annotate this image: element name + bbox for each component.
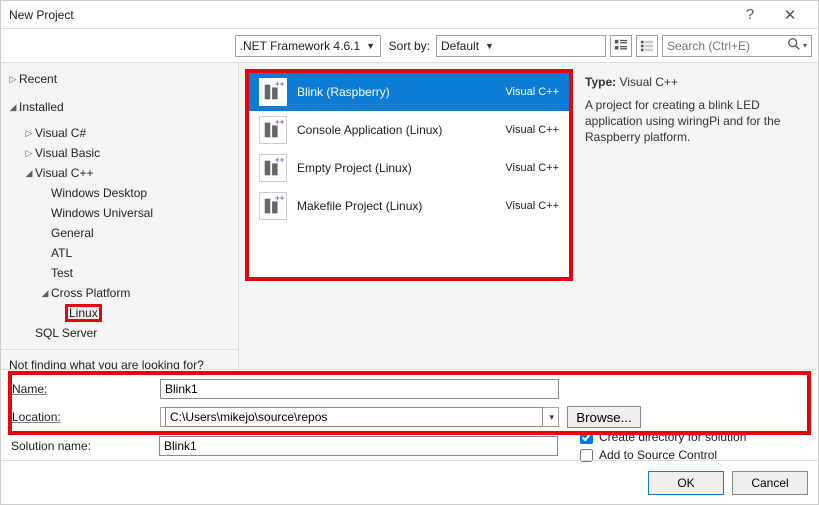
- cancel-button[interactable]: Cancel: [732, 471, 808, 495]
- sort-by-value: Default: [441, 39, 479, 53]
- search-icon: [787, 37, 801, 54]
- browse-button[interactable]: Browse...: [567, 406, 641, 428]
- tree-recent[interactable]: ▷Recent: [1, 69, 238, 89]
- tree-general[interactable]: General: [1, 223, 238, 243]
- template-icon: ++: [259, 116, 287, 144]
- ok-button[interactable]: OK: [648, 471, 724, 495]
- sort-by-label: Sort by:: [389, 39, 430, 53]
- tree-visual-cpp[interactable]: ◢Visual C++: [1, 163, 238, 183]
- chevron-down-icon: ▾: [549, 412, 554, 423]
- template-lang: Visual C++: [505, 200, 559, 212]
- template-icon: ++: [259, 78, 287, 106]
- tree-linux[interactable]: Linux: [1, 303, 238, 323]
- framework-dropdown[interactable]: .NET Framework 4.6.1 ▼: [235, 35, 381, 57]
- tree-visual-basic[interactable]: ▷Visual Basic: [1, 143, 238, 163]
- center-panel: ++ Blink (Raspberry) Visual C++ ++ Conso…: [239, 63, 818, 369]
- svg-text:++: ++: [275, 81, 284, 89]
- tree-cross-platform[interactable]: ◢Cross Platform: [1, 283, 238, 303]
- chevron-down-icon: ◢: [39, 288, 51, 299]
- solution-name-input[interactable]: [159, 436, 558, 456]
- sort-by-dropdown[interactable]: Default ▼: [436, 35, 606, 57]
- form-area: Name: Location: ▾ Browse... Solution nam…: [1, 369, 818, 460]
- search-input[interactable]: [667, 39, 785, 53]
- location-dropdown[interactable]: ▾: [160, 407, 559, 427]
- chevron-down-icon: ◢: [23, 168, 35, 179]
- location-label: Location:: [12, 410, 152, 424]
- template-lang: Visual C++: [505, 86, 559, 98]
- chevron-right-icon: ▷: [23, 148, 35, 159]
- chevron-right-icon: ▷: [23, 128, 35, 139]
- name-input[interactable]: [160, 379, 559, 399]
- title-bar: New Project ? ✕: [1, 1, 818, 29]
- tree-atl[interactable]: ATL: [1, 243, 238, 263]
- not-finding-label: Not finding what you are looking for?: [9, 358, 230, 369]
- chevron-down-icon: ▼: [366, 41, 375, 51]
- category-tree: ▷Recent ◢Installed ▷Visual C# ▷Visual Ba…: [1, 63, 239, 369]
- window-title: New Project: [9, 8, 74, 22]
- svg-text:++: ++: [275, 195, 284, 203]
- template-lang: Visual C++: [505, 162, 559, 174]
- template-list: ++ Blink (Raspberry) Visual C++ ++ Conso…: [245, 69, 573, 281]
- template-console[interactable]: ++ Console Application (Linux) Visual C+…: [249, 111, 569, 149]
- help-area: Not finding what you are looking for? Op…: [1, 349, 238, 369]
- chevron-down-icon: ▾: [803, 41, 807, 50]
- svg-text:++: ++: [275, 119, 284, 127]
- view-list-button[interactable]: [636, 35, 658, 57]
- detail-type-label: Type:: [585, 75, 616, 89]
- template-name: Empty Project (Linux): [297, 161, 495, 175]
- chevron-down-icon: ▼: [485, 41, 494, 51]
- template-lang: Visual C++: [505, 124, 559, 136]
- detail-type-value: Visual C++: [619, 75, 677, 89]
- help-icon[interactable]: ?: [730, 6, 770, 23]
- main-area: ▷Recent ◢Installed ▷Visual C# ▷Visual Ba…: [1, 63, 818, 369]
- template-name: Blink (Raspberry): [297, 85, 495, 99]
- tree-windows-desktop[interactable]: Windows Desktop: [1, 183, 238, 203]
- framework-value: .NET Framework 4.6.1: [240, 39, 360, 53]
- template-name: Makefile Project (Linux): [297, 199, 495, 213]
- template-blink[interactable]: ++ Blink (Raspberry) Visual C++: [249, 73, 569, 111]
- toolbar: .NET Framework 4.6.1 ▼ Sort by: Default …: [1, 29, 818, 63]
- tree-windows-universal[interactable]: Windows Universal: [1, 203, 238, 223]
- name-label: Name:: [12, 382, 152, 396]
- location-input[interactable]: [165, 407, 543, 427]
- template-detail: Type: Visual C++ A project for creating …: [579, 63, 818, 369]
- create-dir-checkbox[interactable]: Create directory for solution: [580, 430, 746, 444]
- dialog-footer: OK Cancel: [1, 460, 818, 504]
- template-empty[interactable]: ++ Empty Project (Linux) Visual C++: [249, 149, 569, 187]
- close-icon[interactable]: ✕: [770, 6, 810, 24]
- chevron-down-icon: ◢: [7, 102, 19, 113]
- search-box[interactable]: ▾: [662, 35, 812, 57]
- template-icon: ++: [259, 154, 287, 182]
- svg-text:++: ++: [275, 157, 284, 165]
- tree-installed[interactable]: ◢Installed: [1, 97, 238, 117]
- template-makefile[interactable]: ++ Makefile Project (Linux) Visual C++: [249, 187, 569, 225]
- tree-test[interactable]: Test: [1, 263, 238, 283]
- chevron-right-icon: ▷: [7, 74, 19, 85]
- template-icon: ++: [259, 192, 287, 220]
- detail-description: A project for creating a blink LED appli…: [585, 97, 808, 146]
- template-name: Console Application (Linux): [297, 123, 495, 137]
- tree-sql-server[interactable]: SQL Server: [1, 323, 238, 343]
- solution-name-label: Solution name:: [11, 439, 151, 453]
- tree-visual-csharp[interactable]: ▷Visual C#: [1, 123, 238, 143]
- view-tiles-button[interactable]: [610, 35, 632, 57]
